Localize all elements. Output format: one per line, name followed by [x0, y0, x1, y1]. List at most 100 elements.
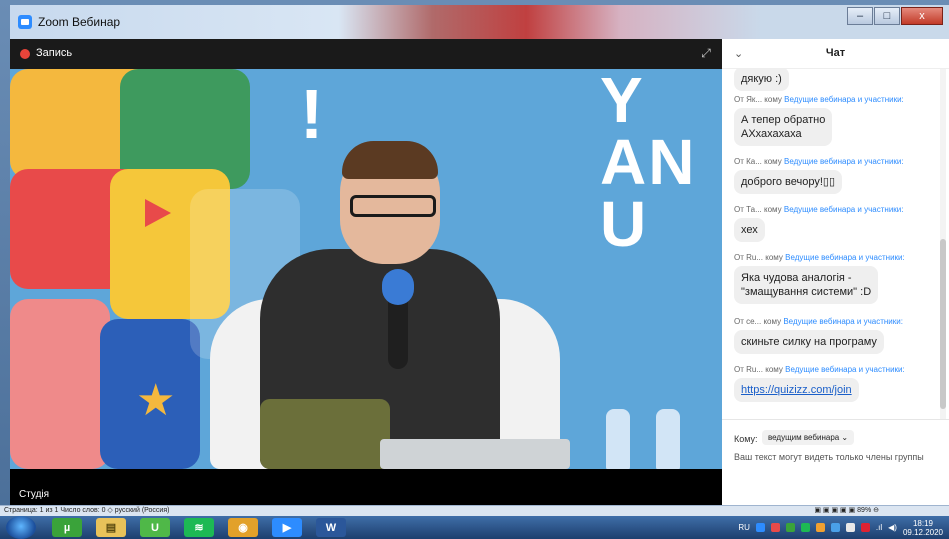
utorrent2-app-icon[interactable]: U [140, 518, 170, 537]
message-to-word: кому [765, 253, 783, 262]
message-sender: От се... [734, 317, 762, 326]
utorrent-tray-icon[interactable] [785, 523, 795, 532]
water-bottle [606, 409, 630, 469]
chat-header: ⌄ Чат [722, 39, 949, 69]
desktop-screen: Zoom Вебинар – □ x Запись ⤢ ★ ! Y AN U С… [0, 0, 949, 539]
microphone-head [382, 269, 414, 305]
chat-message: От Та... кому Ведущие вебинара и участни… [734, 205, 903, 242]
word-status-right[interactable]: ▣ ▣ ▣ ▣ ▣ 89% ⊖ [814, 506, 879, 514]
chat-title: Чат [825, 47, 846, 59]
star-shape: ★ [136, 376, 176, 425]
chat-panel: ⌄ Чат дякую :) От Як... кому Ведущие веб… [722, 39, 949, 505]
scrollbar-thumb[interactable] [940, 239, 946, 409]
to-label: Кому: [734, 434, 758, 444]
word-status-left: Страница: 1 из 1 Число слов: 0 ◇ русский… [4, 507, 170, 514]
zoom-app-icon[interactable]: ▶ [272, 518, 302, 537]
spotify-app-icon[interactable]: ≋ [184, 518, 214, 537]
message-meta: От Та... кому Ведущие вебинара и участни… [734, 205, 903, 214]
laptop [380, 439, 570, 469]
message-link[interactable]: https://quizizz.com/join [734, 378, 859, 402]
message-recipient[interactable]: Ведущие вебинара и участники: [785, 253, 905, 262]
title-bar[interactable]: Zoom Вебинар – □ x [10, 5, 949, 39]
message-sender: От Як... [734, 95, 763, 104]
chat-message: От Ru... кому Ведущие вебинара и участни… [734, 253, 905, 304]
exclamation-shape: ! [300, 75, 324, 153]
window-controls: – □ x [847, 7, 943, 25]
message-recipient[interactable]: Ведущие вебинара и участники: [784, 205, 904, 214]
message-recipient[interactable]: Ведущие вебинара и участники: [783, 317, 903, 326]
chat-message-partial: дякую :) [734, 69, 789, 91]
message-sender: От Ru... [734, 365, 764, 374]
chrome-app-icon[interactable]: ◉ [228, 518, 258, 537]
video-footer: Студія [10, 469, 722, 505]
message-bubble: скиньте силку на програму [734, 330, 884, 354]
message-meta: От Ru... кому Ведущие вебинара и участни… [734, 253, 905, 262]
utorrent-app-icon[interactable]: µ [52, 518, 82, 537]
zoom-window: Zoom Вебинар – □ x Запись ⤢ ★ ! Y AN U С… [10, 5, 949, 505]
chat-scrollbar[interactable] [940, 69, 946, 419]
message-recipient[interactable]: Ведущие вебинара и участники: [784, 157, 904, 166]
chat-footer: Кому: ведущим вебинара ⌄ Ваш текст могут… [722, 419, 949, 505]
tool-tray-icon[interactable] [770, 523, 780, 532]
zoom-logo-icon [18, 15, 32, 29]
chat-messages[interactable]: дякую :) От Як... кому Ведущие вебинара … [722, 69, 939, 419]
water-bottle [656, 409, 680, 469]
message-recipient[interactable]: Ведущие вебинара и участники: [785, 365, 905, 374]
message-meta: От Як... кому Ведущие вебинара и участни… [734, 95, 904, 104]
volume-icon[interactable]: ◀) [888, 523, 897, 532]
message-bubble: Яка чудова аналогія - "змащування систем… [734, 266, 879, 304]
word-status-bar: Страница: 1 из 1 Число слов: 0 ◇ русский… [0, 505, 949, 516]
taskbar: µ ▤ U ≋ ◉ ▶ W RU .ıl ◀) 18:19 09.12.2020 [0, 516, 949, 539]
chat-message: От се... кому Ведущие вебинара и участни… [734, 317, 903, 354]
participant-name-label: Студія [16, 488, 53, 501]
play-flag-shape [145, 199, 171, 227]
signal-icon[interactable]: .ıl [876, 523, 882, 532]
maximize-button[interactable]: □ [874, 7, 900, 25]
chat-message: От Як... кому Ведущие вебинара и участни… [734, 95, 904, 146]
message-meta: От Ка... кому Ведущие вебинара и участни… [734, 157, 904, 166]
message-meta: От Ru... кому Ведущие вебинара и участни… [734, 365, 905, 374]
speaker-hair [342, 141, 438, 179]
recording-label: Запись [36, 47, 73, 59]
word-app-icon[interactable]: W [316, 518, 346, 537]
recording-dot-icon [20, 49, 30, 59]
speaker-glasses [350, 195, 436, 217]
message-bubble: доброго вечору!▯▯ [734, 170, 842, 194]
stage-letters: Y AN U [600, 69, 697, 260]
app-tray-icon[interactable] [815, 523, 825, 532]
message-sender: От Та... [734, 205, 762, 214]
clock-time: 18:19 [912, 518, 933, 528]
minimize-button[interactable]: – [847, 7, 873, 25]
video-feed: ★ ! Y AN U [10, 69, 722, 469]
chat-message: От Ка... кому Ведущие вебинара и участни… [734, 157, 904, 194]
message-to-word: кому [764, 95, 782, 104]
message-recipient[interactable]: Ведущие вебинара и участники: [784, 95, 904, 104]
zoom-tray-icon[interactable] [755, 523, 765, 532]
alert-tray-icon[interactable] [860, 523, 870, 532]
message-to-word: кому [764, 157, 782, 166]
message-meta: От се... кому Ведущие вебинара и участни… [734, 317, 903, 326]
expand-icon[interactable]: ⤢ [698, 45, 714, 61]
recording-bar: Запись ⤢ [10, 39, 722, 69]
network-tray-icon[interactable] [830, 523, 840, 532]
spotify-tray-icon[interactable] [800, 523, 810, 532]
clock[interactable]: 18:19 09.12.2020 [903, 519, 943, 537]
system-tray: RU .ıl ◀) 18:19 09.12.2020 [738, 516, 943, 539]
flag-tray-icon[interactable] [845, 523, 855, 532]
message-sender: От Ка... [734, 157, 762, 166]
video-area[interactable]: Запись ⤢ ★ ! Y AN U Студія [10, 39, 722, 505]
close-button[interactable]: x [901, 7, 943, 25]
message-bubble: хех [734, 218, 765, 242]
language-indicator[interactable]: RU [738, 523, 750, 532]
chat-message: От Ru... кому Ведущие вебинара и участни… [734, 365, 905, 402]
recipient-select[interactable]: ведущим вебинара ⌄ [762, 430, 855, 445]
window-title: Zoom Вебинар [38, 15, 121, 29]
clock-date: 09.12.2020 [902, 527, 943, 537]
message-sender: От Ru... [734, 253, 764, 262]
start-button[interactable] [6, 516, 36, 539]
explorer-app-icon[interactable]: ▤ [96, 518, 126, 537]
backdrop-panel [10, 299, 110, 469]
message-to-word: кому [764, 205, 782, 214]
chat-input-hint[interactable]: Ваш текст могут видеть только члены груп… [734, 452, 924, 462]
message-bubble: дякую :) [734, 69, 789, 91]
